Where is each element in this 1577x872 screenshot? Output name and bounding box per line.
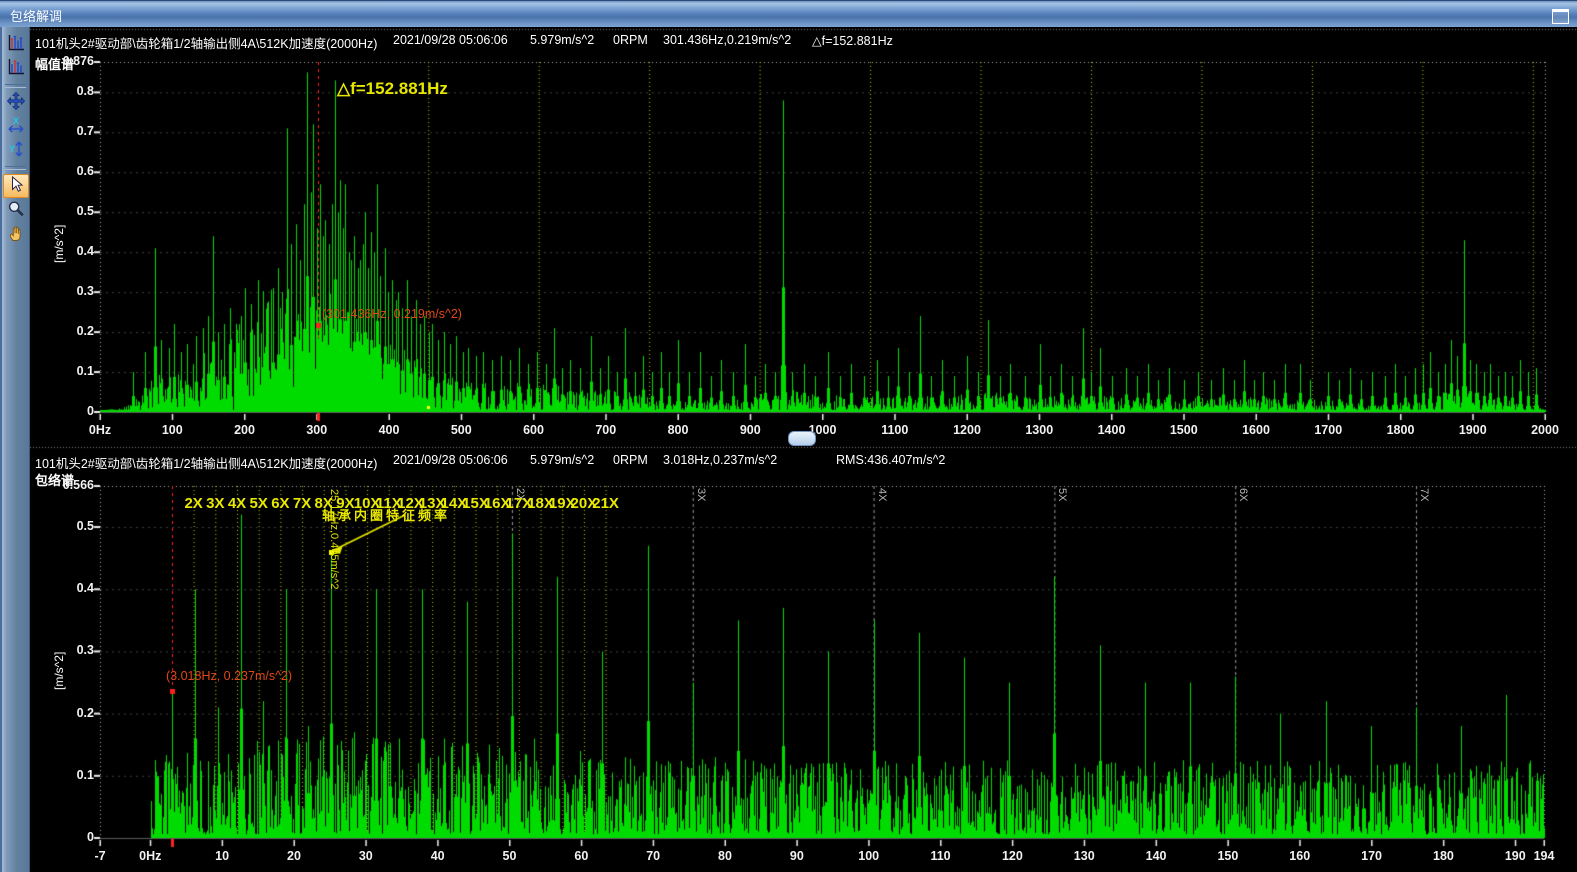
spectrum-chart-alt-icon (6, 57, 26, 82)
magnifier-tool-button[interactable] (4, 200, 28, 222)
window-title: 包络解调 (10, 6, 62, 25)
spectrum-canvas[interactable] (30, 27, 1577, 872)
zoom-x-button[interactable]: X (4, 116, 28, 138)
pane-splitter-handle[interactable] (788, 431, 816, 446)
hand-icon (6, 223, 26, 248)
left-toolbar: X Y (0, 27, 30, 872)
toolbar-separator (5, 84, 26, 88)
restore-button[interactable] (1552, 9, 1569, 24)
x-axis-zoom-icon: X (6, 115, 26, 140)
cursor-arrow-icon (7, 175, 25, 198)
toolbar-separator (5, 166, 26, 170)
magnifier-icon (6, 199, 26, 224)
svg-text:X: X (12, 116, 18, 126)
cursor-tool-button[interactable] (3, 174, 29, 198)
move-arrows-icon (6, 91, 26, 116)
spectrum-chart-icon (6, 33, 26, 58)
spectrum-dual-view-button[interactable] (4, 58, 28, 80)
titlebar[interactable]: 包络解调 (0, 0, 1577, 27)
spectrum-view-button[interactable] (4, 34, 28, 56)
y-axis-zoom-icon: Y (6, 139, 26, 164)
hand-tool-button[interactable] (4, 224, 28, 246)
pan-move-button[interactable] (4, 92, 28, 114)
svg-text:Y: Y (8, 144, 14, 154)
zoom-y-button[interactable]: Y (4, 140, 28, 162)
